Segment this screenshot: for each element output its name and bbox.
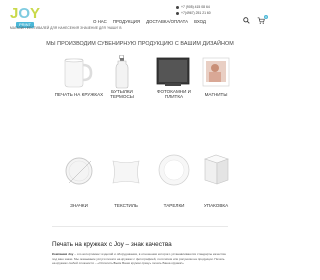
logo-text: JOY: [10, 5, 41, 22]
about-paragraph: Компания Joy – это ассортимент изделий и…: [52, 252, 226, 266]
search-icon[interactable]: [243, 17, 250, 24]
section-title: Печать на кружках с Joy – знак качества: [52, 241, 172, 248]
phone-icon: [176, 11, 179, 15]
divider: [52, 226, 228, 227]
product-label: ТЕКСТИЛЬ: [114, 203, 138, 208]
tagline: МАГАЗИН ФЕСТИВАЛЕЙ ДЛЯ НАНЕСЕНИЯ ЗНАЧЕНИ…: [10, 26, 122, 30]
contacts: +7 (905) 415 08 64 +7(4967) 251 21 60: [176, 4, 236, 16]
main-nav: О НАС ПРОДУКЦИЯ ДОСТАВКА/ОПЛАТА ВХОД: [93, 19, 206, 24]
cart-count-badge: 0: [264, 15, 268, 19]
product-card-badges[interactable]: ЗНАЧКИ: [52, 157, 106, 208]
header: JOY PRINT МАГАЗИН ФЕСТИВАЛЕЙ ДЛЯ НАНЕСЕН…: [0, 0, 280, 34]
plate-image: [158, 154, 190, 186]
product-label: МАГНИТЫ: [204, 92, 228, 97]
pillow-image: [112, 160, 140, 184]
nav-item-products[interactable]: ПРОДУКЦИЯ: [113, 19, 140, 24]
badge-image: [65, 157, 93, 185]
product-card-packaging[interactable]: УПАКОВКА: [189, 154, 243, 208]
nav-item-delivery[interactable]: ДОСТАВКА/ОПЛАТА: [146, 19, 188, 24]
magnet-image: [202, 57, 230, 87]
page-heading: МЫ ПРОИЗВОДИМ СУВЕНИРНУЮ ПРОДУКЦИЮ С ВАШ…: [46, 41, 234, 47]
box-image: [204, 154, 229, 185]
header-icons: 0: [243, 15, 268, 24]
cart-icon[interactable]: 0: [257, 15, 268, 24]
nav-item-about[interactable]: О НАС: [93, 19, 107, 24]
product-card-textile[interactable]: ТЕКСТИЛЬ: [99, 160, 153, 208]
product-label: ЗНАЧКИ: [70, 203, 88, 208]
product-label: УПАКОВКА: [203, 203, 229, 208]
product-card-magnets[interactable]: МАГНИТЫ: [189, 55, 243, 97]
nav-item-login[interactable]: ВХОД: [194, 19, 206, 24]
photostone-image: [156, 57, 190, 86]
mug-image: [64, 58, 93, 88]
product-card-bottles[interactable]: БУТЫЛКИ ТЕРМОСЫ: [95, 55, 149, 99]
phone-icon: [176, 5, 179, 9]
product-label: БУТЫЛКИ ТЕРМОСЫ: [110, 89, 134, 99]
bottle-image: [115, 55, 129, 89]
phone-2[interactable]: +7(4967) 251 21 60: [176, 10, 236, 16]
